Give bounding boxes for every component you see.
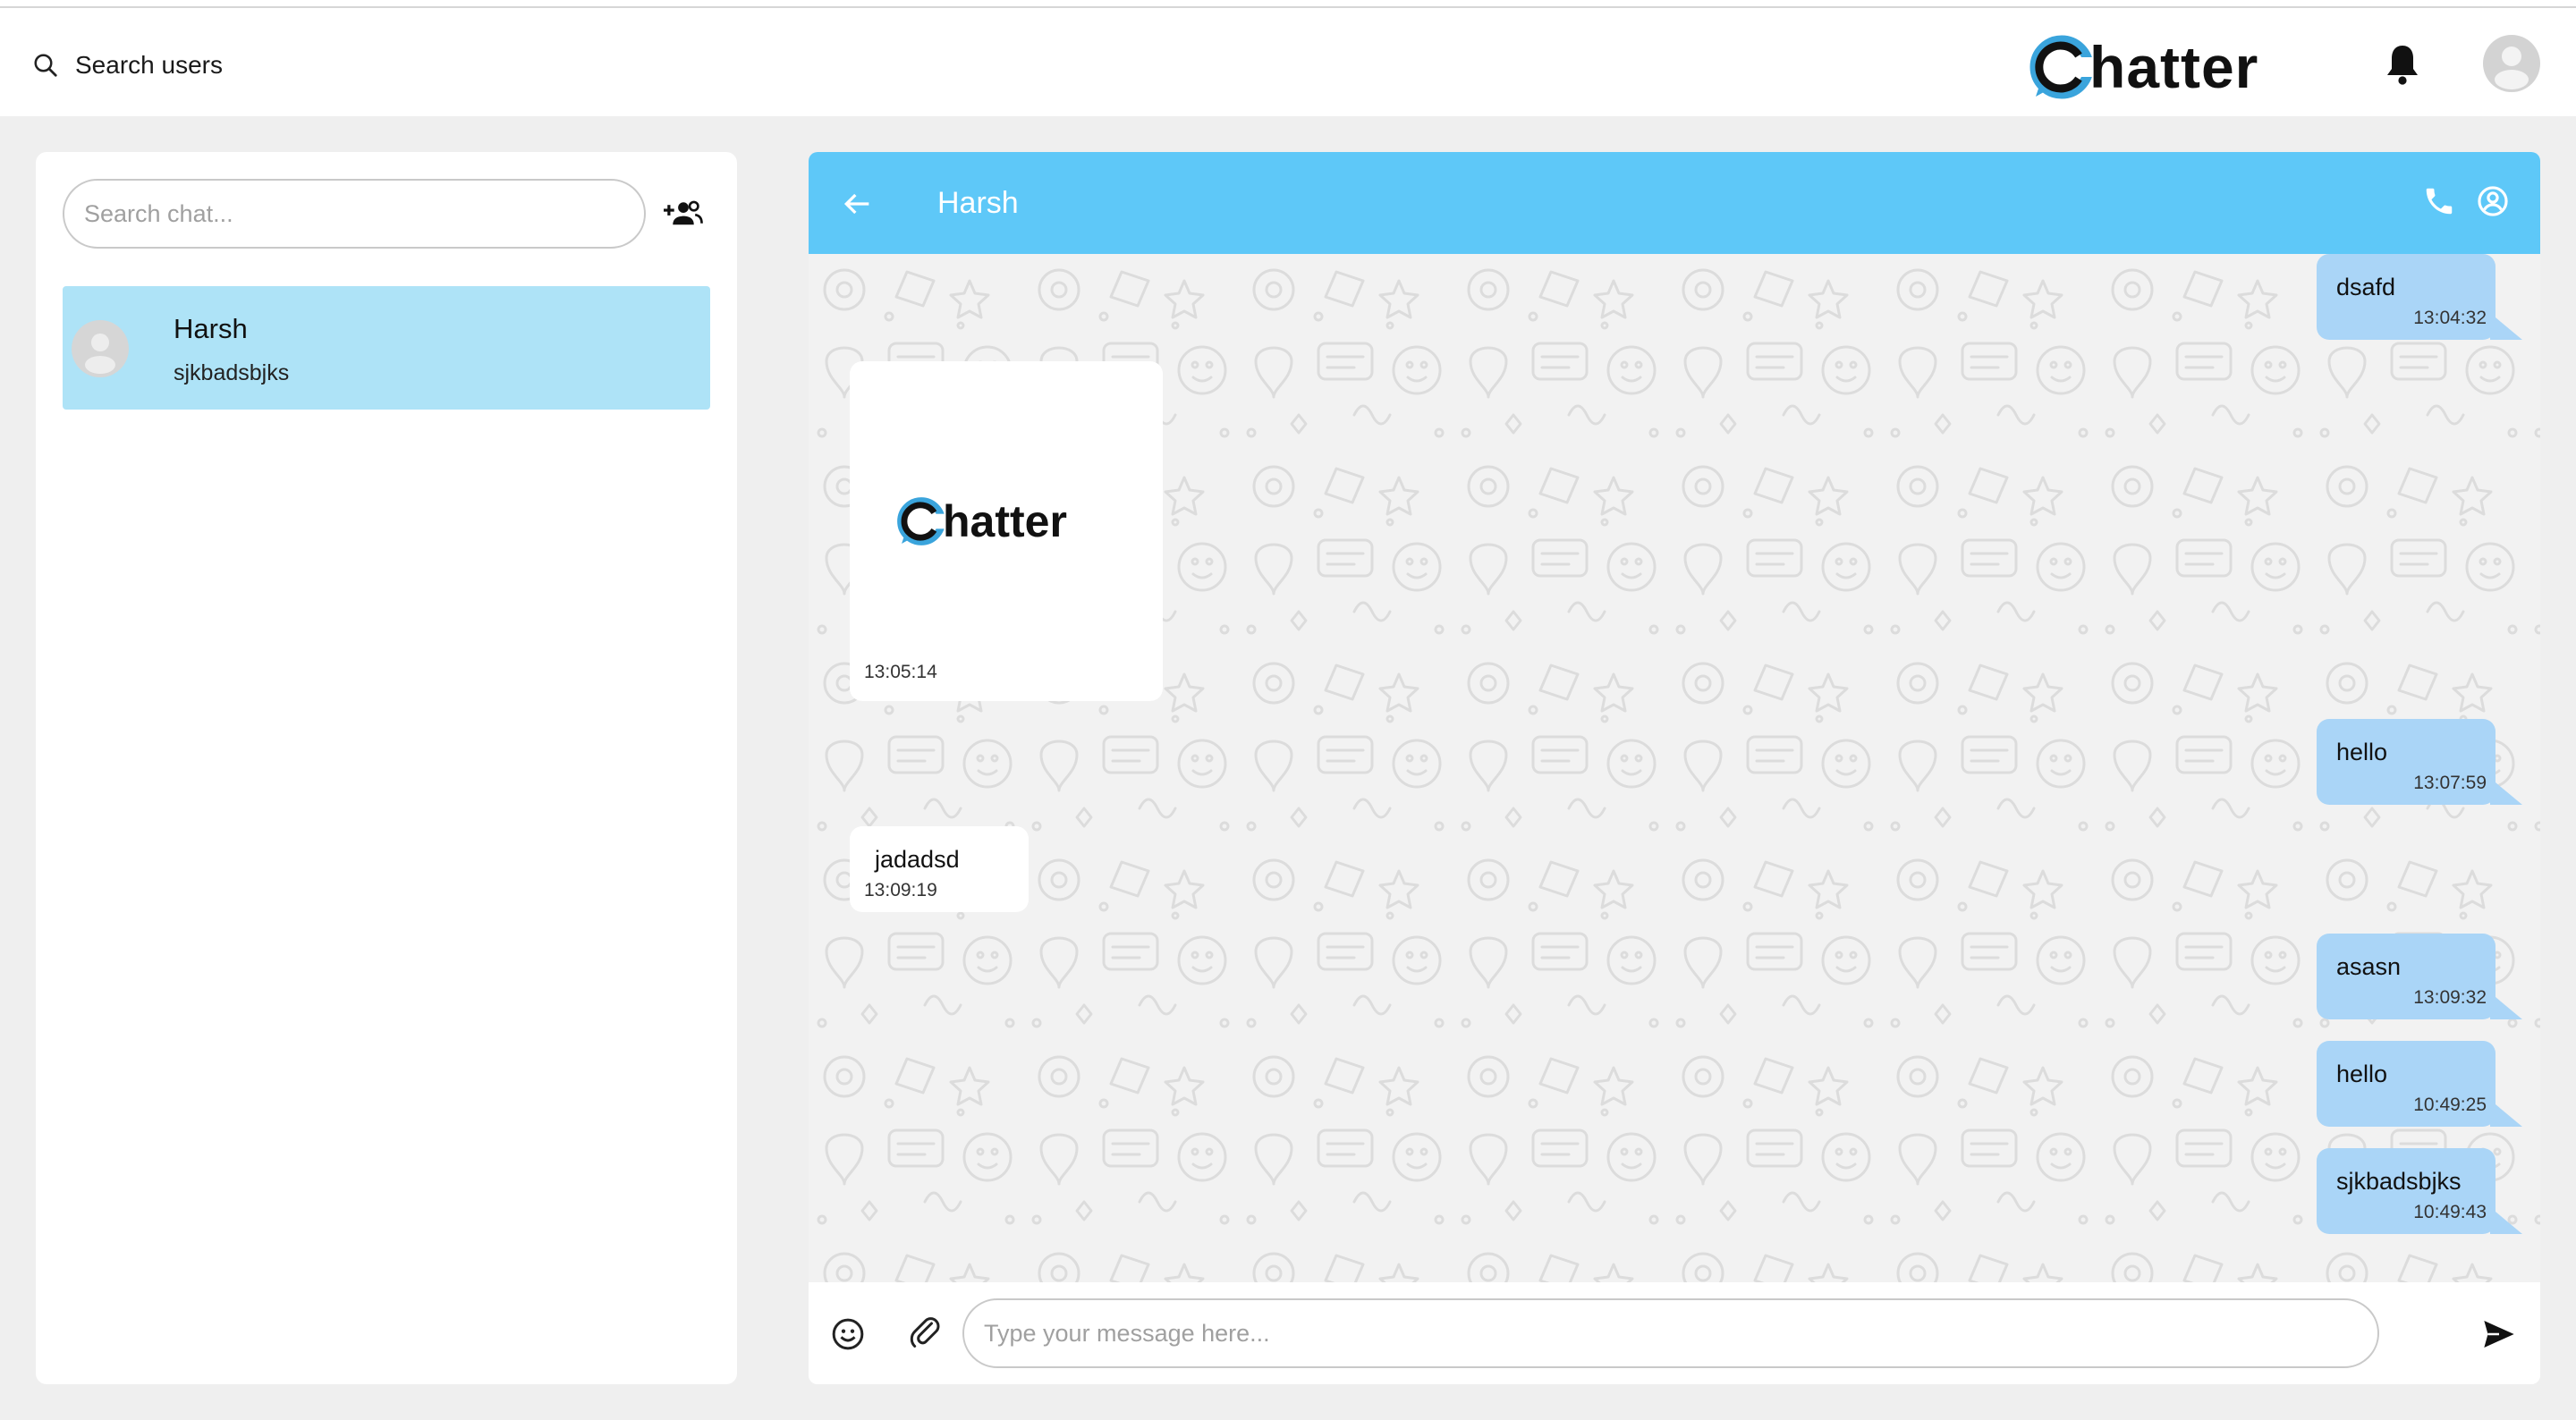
shared-image: hatter — [896, 495, 1067, 547]
account-circle-icon[interactable] — [2476, 184, 2510, 218]
group-add-icon — [664, 200, 703, 225]
add-group-button[interactable] — [658, 188, 708, 238]
message-text: asasn — [2336, 953, 2402, 980]
chat-item-last-message: sjkbadsbjks — [174, 360, 290, 385]
app-logo: hatter — [2029, 31, 2258, 103]
conversation-title: Harsh — [937, 186, 1019, 220]
message-time: 13:05:14 — [864, 662, 937, 682]
emoji-icon[interactable] — [830, 1316, 866, 1352]
top-divider — [0, 0, 2576, 8]
bell-icon[interactable] — [2381, 42, 2424, 89]
conversation-panel: Harsh dsafd 13:04:32 hatter 13:05:14 hel… — [809, 152, 2540, 1384]
outgoing-message: sjkbadsbjks 10:49:43 — [2317, 1148, 2522, 1234]
outgoing-message: hello 10:49:25 — [2317, 1041, 2522, 1127]
outgoing-message: hello 13:07:59 — [2317, 719, 2522, 805]
message-area[interactable]: dsafd 13:04:32 hatter 13:05:14 hello 13:… — [809, 254, 2540, 1282]
search-users-button[interactable]: Search users — [32, 44, 223, 87]
arrow-left-icon[interactable] — [839, 186, 875, 222]
message-text: sjkbadsbjks — [2336, 1168, 2462, 1195]
message-text: hello — [2336, 1061, 2388, 1087]
message-time: 13:04:32 — [2413, 308, 2487, 328]
message-time: 10:49:43 — [2413, 1202, 2487, 1222]
message-text: jadadsd — [875, 846, 960, 873]
message-time: 13:09:32 — [2413, 987, 2487, 1008]
message-composer — [809, 1282, 2540, 1384]
chatter-logo-icon — [2029, 35, 2095, 99]
chat-list-panel: Harsh sjkbadsbjks — [36, 152, 737, 1384]
user-avatar-icon[interactable] — [2483, 35, 2540, 92]
contact-avatar-icon — [72, 320, 129, 377]
chat-item-name: Harsh — [174, 313, 248, 344]
send-icon[interactable] — [2481, 1316, 2517, 1352]
message-input[interactable] — [962, 1298, 2379, 1368]
chat-list-item[interactable]: Harsh sjkbadsbjks — [63, 286, 710, 410]
incoming-message: jadadsd 13:09:19 — [850, 826, 1029, 912]
conversation-header: Harsh — [809, 152, 2540, 254]
message-text: hello — [2336, 739, 2388, 765]
message-text: dsafd — [2336, 274, 2396, 300]
paperclip-icon[interactable] — [907, 1314, 943, 1350]
chatter-logo-icon — [897, 497, 946, 545]
app-header: Search users hatter — [0, 8, 2576, 116]
search-users-label: Search users — [75, 51, 223, 79]
message-time: 10:49:25 — [2413, 1095, 2487, 1115]
search-chat-input[interactable] — [63, 179, 646, 249]
message-time: 13:07:59 — [2413, 773, 2487, 793]
shared-image-brand: hatter — [943, 496, 1067, 546]
search-icon — [34, 54, 57, 77]
brand-name: hatter — [2089, 34, 2259, 100]
outgoing-message: asasn 13:09:32 — [2317, 934, 2522, 1019]
outgoing-message: dsafd 13:04:32 — [2317, 254, 2522, 340]
phone-icon[interactable] — [2422, 184, 2456, 218]
message-time: 13:09:19 — [864, 880, 937, 900]
incoming-image-message[interactable]: hatter 13:05:14 — [850, 361, 1163, 701]
